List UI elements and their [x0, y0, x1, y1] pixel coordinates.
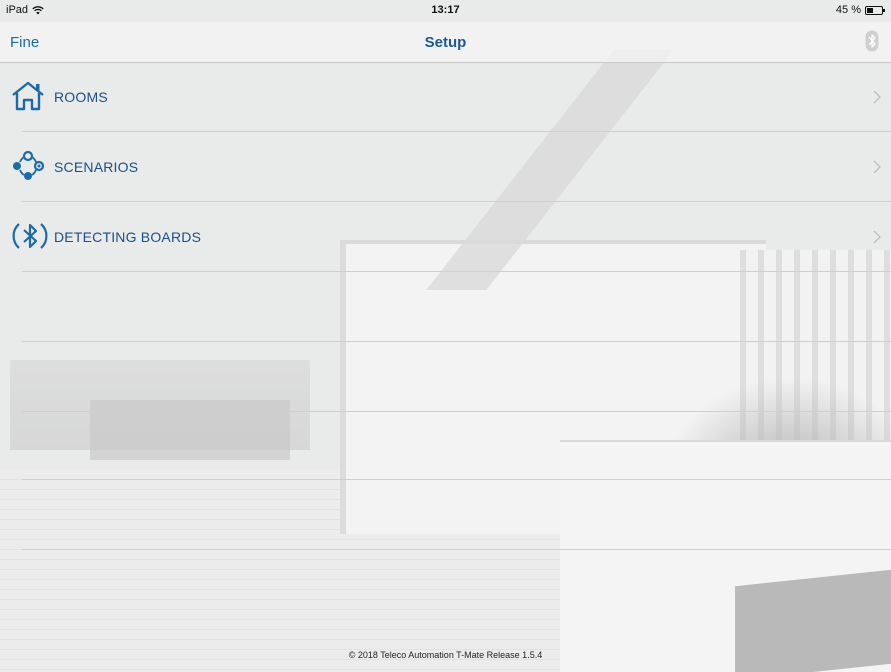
- status-bar: iPad 13:17 45 %: [0, 0, 891, 22]
- battery-percent: 45 %: [835, 4, 861, 16]
- row-separator: [22, 271, 891, 272]
- row-separator: [22, 411, 891, 412]
- row-separator: [22, 479, 891, 480]
- menu-item-detecting-boards[interactable]: DETECTING BOARDS: [0, 202, 891, 272]
- bluetooth-icon[interactable]: [865, 30, 879, 52]
- menu-item-rooms[interactable]: ROOMS: [0, 62, 891, 132]
- menu-item-label: ROOMS: [54, 89, 108, 105]
- chevron-right-icon: [873, 160, 881, 174]
- battery-group: 45 %: [835, 4, 885, 16]
- navigation-bar: Fine Setup: [0, 22, 891, 63]
- row-separator: [22, 549, 891, 550]
- menu-item-label: SCENARIOS: [54, 159, 139, 175]
- row-separator: [22, 341, 891, 342]
- chevron-right-icon: [873, 90, 881, 104]
- clock: 13:17: [431, 4, 460, 16]
- bluetooth-search-icon: [12, 223, 48, 249]
- battery-fill: [867, 7, 873, 13]
- house-icon: [12, 81, 44, 111]
- page-title: Setup: [424, 34, 467, 51]
- chevron-right-icon: [873, 230, 881, 244]
- battery-icon: [865, 5, 885, 15]
- copyright-footer: © 2018 Teleco Automation T-Mate Release …: [348, 650, 543, 660]
- menu-item-label: DETECTING BOARDS: [54, 229, 202, 245]
- background-table: [90, 400, 290, 460]
- scenarios-icon: [13, 150, 45, 180]
- menu-item-scenarios[interactable]: SCENARIOS: [0, 132, 891, 202]
